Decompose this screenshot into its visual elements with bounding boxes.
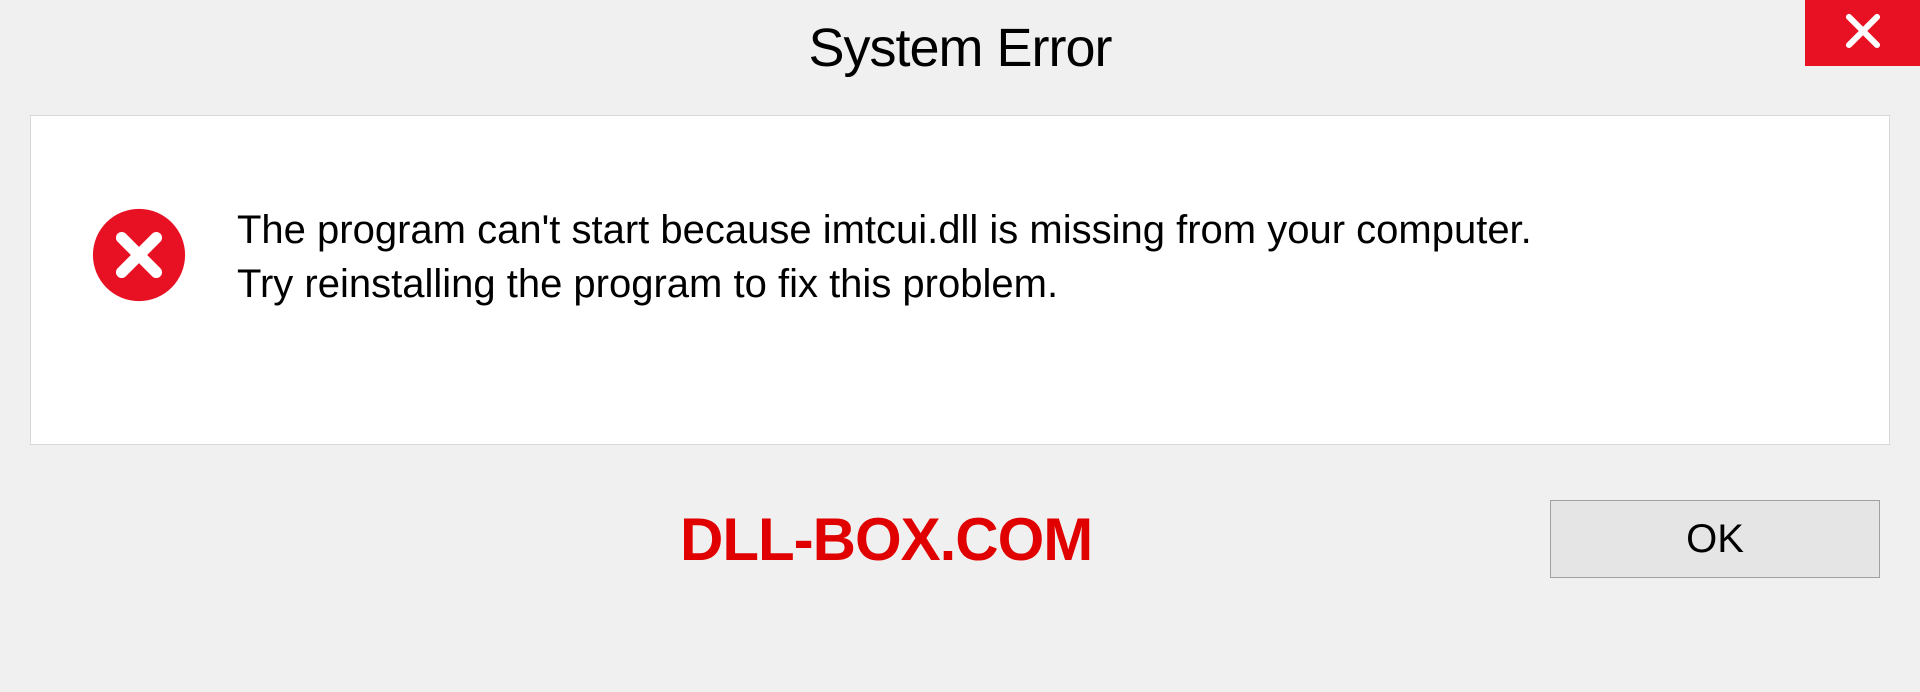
error-message-line1: The program can't start because imtcui.d…: [237, 203, 1532, 257]
content-panel: The program can't start because imtcui.d…: [30, 115, 1890, 445]
window-title: System Error: [808, 17, 1111, 79]
error-icon: [91, 207, 187, 303]
footer: DLL-BOX.COM OK: [30, 500, 1890, 578]
close-button[interactable]: [1805, 0, 1920, 66]
titlebar: System Error: [0, 0, 1920, 95]
watermark-text: DLL-BOX.COM: [680, 505, 1092, 574]
error-message-line2: Try reinstalling the program to fix this…: [237, 257, 1532, 311]
error-message: The program can't start because imtcui.d…: [237, 201, 1532, 311]
ok-button[interactable]: OK: [1550, 500, 1880, 578]
close-icon: [1842, 10, 1884, 57]
